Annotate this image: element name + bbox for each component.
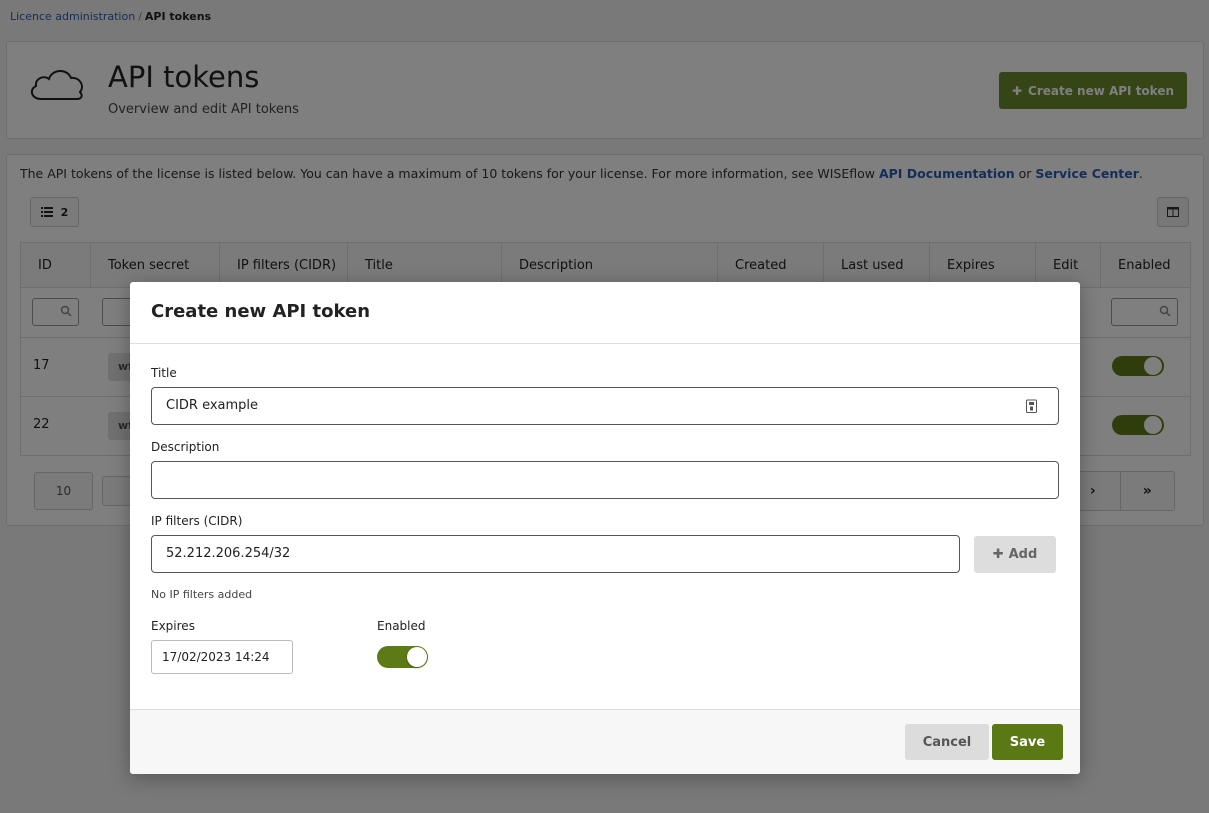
toggle-knob [407, 647, 427, 667]
expires-label: Expires [151, 619, 195, 633]
title-input[interactable]: CIDR example [151, 387, 1059, 425]
plus-icon: ✚ [992, 547, 1004, 562]
ip-filters-label: IP filters (CIDR) [151, 514, 243, 528]
description-input[interactable] [151, 461, 1059, 499]
title-input-value: CIDR example [166, 398, 259, 413]
dialog-footer: Cancel Save [130, 709, 1080, 774]
add-ip-filter-button[interactable]: ✚ Add [974, 536, 1056, 573]
clipboard-icon [1026, 399, 1037, 413]
description-label: Description [151, 440, 220, 454]
dialog-title: Create new API token [151, 301, 371, 322]
enabled-label: Enabled [377, 619, 426, 633]
create-token-dialog: Create new API token Title CIDR example … [130, 282, 1080, 774]
dialog-header: Create new API token [130, 282, 1080, 344]
cancel-button[interactable]: Cancel [905, 724, 989, 760]
expires-date-input[interactable]: 17/02/2023 14:24 [151, 640, 293, 674]
add-label: Add [1008, 547, 1038, 562]
enabled-toggle[interactable] [377, 646, 428, 668]
ip-filter-input[interactable]: 52.212.206.254/32 [151, 535, 960, 573]
title-label: Title [151, 366, 177, 380]
save-button[interactable]: Save [992, 724, 1063, 760]
no-ip-filters-hint: No IP filters added [151, 588, 253, 601]
